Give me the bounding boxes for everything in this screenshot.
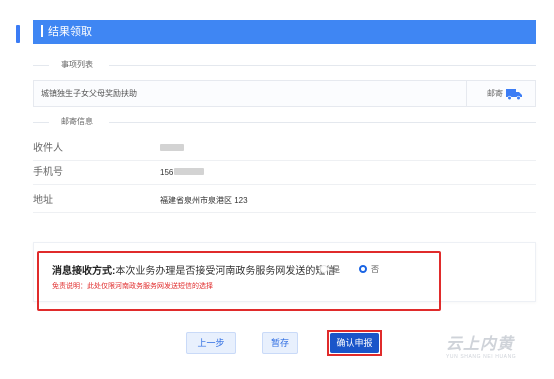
- mail-info-label: 邮寄信息: [61, 117, 93, 126]
- radio-yes[interactable]: 是: [320, 264, 340, 275]
- radio-no-label: 否: [371, 265, 379, 274]
- divider-line: [33, 122, 49, 123]
- item-list-label: 事项列表: [61, 60, 93, 69]
- prev-step-button[interactable]: 上一步: [186, 332, 236, 354]
- divider-line: [33, 65, 49, 66]
- disclaimer-text: 免责说明：此处仅限河南政务服务网发送短信的选择: [52, 283, 213, 290]
- message-question: 消息接收方式:本次业务办理是否接受河南政务服务网发送的短信: [52, 262, 335, 277]
- divider-line: [109, 65, 536, 66]
- redacted-blur: [174, 168, 205, 175]
- section-title: 结果领取: [48, 26, 92, 38]
- watermark-logo: 云上内黄 YUN SHANG NEI HUANG: [446, 336, 538, 364]
- redacted-blur: [160, 144, 184, 151]
- item-list-divider: 事项列表: [33, 58, 536, 72]
- list-item: 城镇独生子女父母奖励扶助 邮寄: [33, 80, 536, 107]
- item-name: 城镇独生子女父母奖励扶助: [41, 89, 137, 98]
- recipient-key: 收件人: [33, 143, 63, 154]
- section-header: 结果领取: [33, 20, 536, 44]
- header-pipe: [41, 25, 43, 37]
- radio-yes-label: 是: [332, 265, 340, 274]
- recipient-value: [160, 138, 184, 160]
- address-value: 福建省泉州市泉港区 123: [160, 196, 248, 205]
- truck-icon: [506, 89, 522, 100]
- confirm-submit-button[interactable]: 确认申报: [330, 333, 379, 353]
- address-key: 地址: [33, 195, 53, 206]
- phone-value: 156: [160, 162, 205, 184]
- watermark-en: YUN SHANG NEI HUANG: [446, 354, 517, 360]
- recipient-row: 收件人: [33, 138, 536, 161]
- mail-info-divider: 邮寄信息: [33, 115, 536, 129]
- message-title: 消息接收方式:: [52, 266, 116, 277]
- item-separator: [466, 81, 467, 106]
- section-marker: [16, 25, 20, 43]
- address-row: 地址 福建省泉州市泉港区 123: [33, 190, 536, 213]
- radio-checked-icon: [359, 265, 367, 273]
- divider-line: [109, 122, 536, 123]
- radio-no[interactable]: 否: [359, 264, 379, 275]
- phone-row: 手机号 156: [33, 162, 536, 185]
- phone-key: 手机号: [33, 167, 63, 178]
- message-question-text: 本次业务办理是否接受河南政务服务网发送的短信: [115, 266, 336, 277]
- save-draft-button[interactable]: 暂存: [262, 332, 298, 354]
- delivery-method-label: 邮寄: [487, 89, 503, 98]
- radio-unchecked-icon: [320, 265, 328, 273]
- watermark-cn: 云上内黄: [446, 336, 515, 353]
